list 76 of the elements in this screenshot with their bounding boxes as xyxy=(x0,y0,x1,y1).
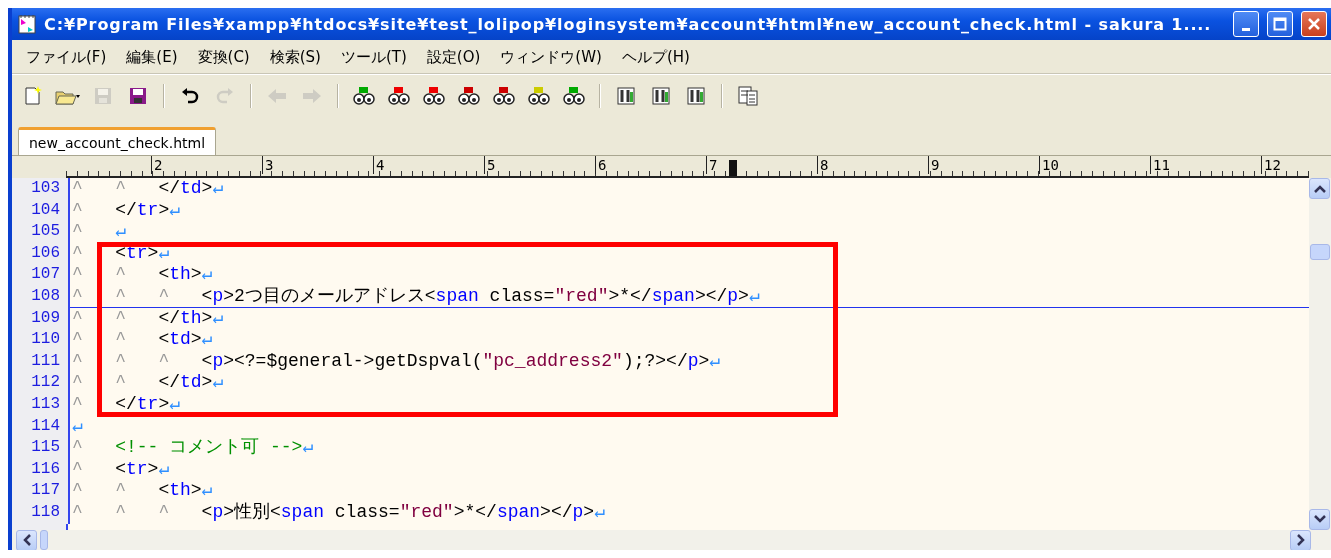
binoculars-icon xyxy=(353,86,375,106)
line-number: 114 xyxy=(12,415,70,438)
line-number: 107 xyxy=(12,264,70,286)
menu-item[interactable]: ツール(T) xyxy=(332,46,419,69)
code-line: ^ ^ <th>↵ xyxy=(71,480,213,502)
scroll-right-button[interactable] xyxy=(1290,529,1311,550)
menu-item[interactable]: 編集(E) xyxy=(118,46,190,69)
maximize-button[interactable] xyxy=(1267,11,1293,37)
ruler-cursor-marker xyxy=(729,160,737,176)
code-line: ^ ^ </th>↵ xyxy=(71,307,224,330)
binoculars-icon xyxy=(493,86,515,106)
window-title: C:¥Program Files¥xampp¥htdocs¥site¥test_lolipop¥loginsystem¥account¥html¥new_account_check.html - sakura 1.... xyxy=(44,14,1213,34)
new-document-icon xyxy=(24,86,42,106)
line-number: 104 xyxy=(12,199,70,222)
code-line: ^ ^ </td>↵ xyxy=(71,178,224,200)
close-button[interactable] xyxy=(1301,11,1327,37)
binoculars-icon xyxy=(423,86,445,106)
file-tab[interactable]: new_account_check.html xyxy=(18,127,217,155)
chevron-left-icon xyxy=(22,534,31,546)
minimize-icon xyxy=(1242,27,1250,31)
code-line: ^ <tr>↵ xyxy=(71,458,170,481)
left-arrow-icon xyxy=(266,88,288,104)
close-icon xyxy=(1307,17,1321,31)
menu-item[interactable]: 変換(C) xyxy=(189,46,262,69)
binoculars-icon xyxy=(563,86,585,106)
line-number: 110 xyxy=(12,329,70,351)
line-number: 118 xyxy=(12,501,70,524)
line-number: 103 xyxy=(12,178,70,200)
scroll-left-button[interactable] xyxy=(16,529,37,550)
code-line: ^ ^ ^ <p><?=$general->getDspval("pc_address2");?></p>↵ xyxy=(71,350,721,373)
menu-item[interactable]: ウィンドウ(W) xyxy=(492,46,614,69)
line-number: 113 xyxy=(12,393,70,416)
right-arrow-icon xyxy=(301,88,323,104)
code-line: ^ </tr>↵ xyxy=(71,393,181,416)
line-number: 109 xyxy=(12,307,70,330)
code-line: ^ ^ ^ <p>2つ目のメールアドレス<span class="red">*</span></p>↵ xyxy=(71,285,760,308)
vertical-scrollbar[interactable] xyxy=(1309,178,1331,530)
chevron-up-icon xyxy=(1313,184,1326,193)
code-line: ^ ^ <td>↵ xyxy=(71,329,213,351)
binoculars-icon xyxy=(458,86,480,106)
code-line: ^ ^ </td>↵ xyxy=(71,372,224,394)
code-line: ^ <tr>↵ xyxy=(71,242,170,265)
scroll-thumb[interactable] xyxy=(1310,243,1330,260)
ruler: 2 3 4 5 6 7 8 9 10 11 12 xyxy=(66,156,1309,178)
scroll-up-button[interactable] xyxy=(1309,178,1330,199)
line-number: 115 xyxy=(12,437,70,459)
notepad-icon xyxy=(18,14,36,34)
menu-item[interactable]: ヘルプ(H) xyxy=(613,46,702,69)
chevron-right-icon xyxy=(1296,534,1305,546)
undo-icon xyxy=(181,88,199,104)
code-line: ↵ xyxy=(71,415,83,438)
menu-item[interactable]: ファイル(F) xyxy=(18,46,119,69)
line-number: 116 xyxy=(12,458,70,481)
code-line: ^ <!-- コメント可 -->↵ xyxy=(71,437,314,459)
list-icon xyxy=(738,86,758,106)
line-number: 111 xyxy=(12,350,70,373)
redo-icon xyxy=(216,88,234,104)
line-number: 106 xyxy=(12,242,70,265)
scroll-thumb[interactable] xyxy=(40,530,48,550)
menu-item[interactable]: 検索(S) xyxy=(261,46,333,69)
line-number: 112 xyxy=(12,372,70,394)
binoculars-icon xyxy=(528,86,550,106)
code-line: ^ ^ ^ <p>性別<span class="red">*</span></p>↵ xyxy=(71,501,605,524)
line-number: 108 xyxy=(12,285,70,308)
chevron-down-icon xyxy=(1313,515,1326,524)
code-line: ^ </tr>↵ xyxy=(71,199,181,222)
code-line: ^ ↵ xyxy=(71,221,127,243)
line-number: 105 xyxy=(12,221,70,243)
menu-item[interactable]: 設定(O) xyxy=(418,46,493,69)
binoculars-icon xyxy=(388,86,410,106)
minimize-button[interactable] xyxy=(1233,11,1259,37)
line-number: 117 xyxy=(12,480,70,502)
maximize-icon xyxy=(1273,17,1287,31)
code-line: ^ ^ <th>↵ xyxy=(71,264,213,286)
horizontal-scrollbar[interactable] xyxy=(12,530,1331,550)
scroll-down-button[interactable] xyxy=(1309,508,1330,530)
